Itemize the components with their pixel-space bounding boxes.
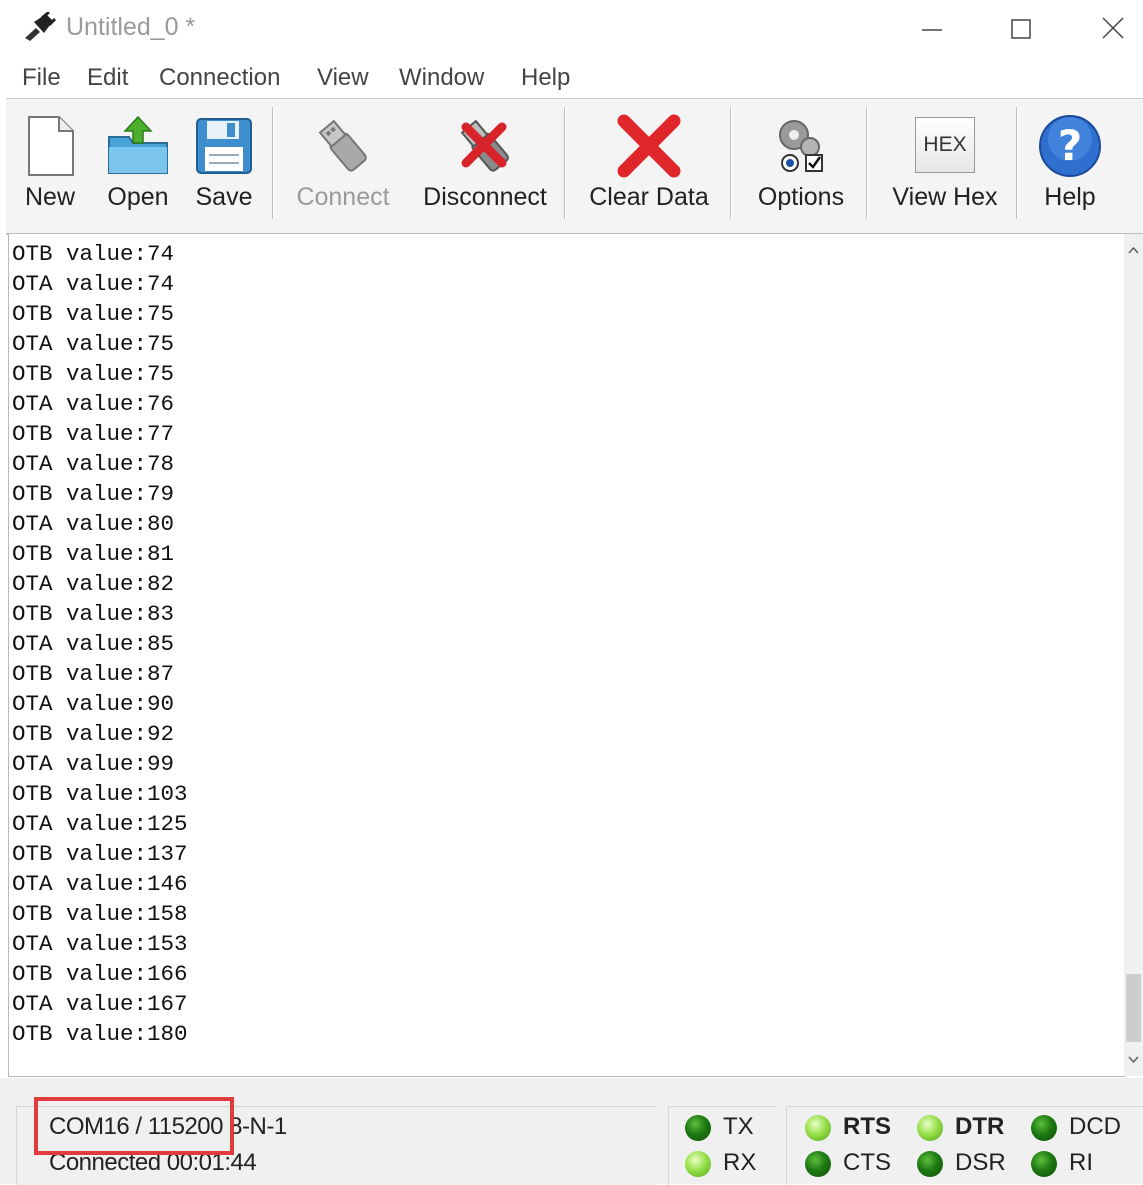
terminal-line: OTB value:137 xyxy=(12,841,188,867)
terminal-line: OTB value:87 xyxy=(12,661,175,687)
dsr-led-icon xyxy=(917,1151,943,1177)
terminal-line: OTB value:158 xyxy=(12,901,188,927)
rts-led-icon xyxy=(805,1115,831,1141)
terminal-line: OTB value:166 xyxy=(12,961,188,987)
highlight-box xyxy=(34,1097,234,1155)
dtr-label[interactable]: DTR xyxy=(955,1113,1004,1141)
terminal-line: OTB value:79 xyxy=(12,481,175,507)
options-gear-icon xyxy=(779,120,823,172)
close-icon[interactable] xyxy=(1088,8,1138,48)
view-hex-label: View Hex xyxy=(892,183,998,211)
open-folder-icon xyxy=(108,115,168,174)
tx-label: TX xyxy=(723,1113,754,1140)
terminal-lines: OTB value:74 OTA value:74 OTB value:75 OTA … xyxy=(12,239,188,1049)
disconnect-icon xyxy=(460,119,509,172)
open-button[interactable]: Open xyxy=(96,99,180,231)
rts-label[interactable]: RTS xyxy=(843,1113,891,1141)
new-label: New xyxy=(24,183,75,211)
maximize-icon[interactable] xyxy=(996,8,1046,48)
terminal-line: OTB value:103 xyxy=(12,781,188,807)
terminal-line: OTB value:83 xyxy=(12,601,175,627)
dcd-led-icon xyxy=(1031,1115,1057,1141)
terminal-line: OTA value:90 xyxy=(12,691,175,717)
terminal-line: OTA value:125 xyxy=(12,811,188,837)
clear-x-icon xyxy=(617,114,681,178)
terminal-line: OTB value:77 xyxy=(12,421,175,447)
terminal-line: OTA value:167 xyxy=(12,991,188,1017)
dsr-label: DSR xyxy=(955,1149,1006,1176)
terminal-line: OTA value:82 xyxy=(12,571,175,597)
toolbar: New Open Save Connect Disconnect Clear D… xyxy=(6,98,1143,235)
title-bar: Untitled_0 * xyxy=(0,0,1143,56)
terminal-line: OTA value:153 xyxy=(12,931,188,957)
menu-view[interactable]: View xyxy=(317,64,369,92)
cts-led-icon xyxy=(805,1151,831,1177)
terminal-line: OTB value:81 xyxy=(12,541,175,567)
save-button[interactable]: Save xyxy=(186,99,262,231)
options-label: Options xyxy=(757,183,845,211)
rx-led-icon xyxy=(685,1151,711,1177)
view-hex-button[interactable]: HEX View Hex xyxy=(880,99,1010,231)
terminal-line: OTA value:85 xyxy=(12,631,175,657)
terminal-line: OTB value:74 xyxy=(12,241,175,267)
menu-file[interactable]: File xyxy=(22,64,61,92)
disconnect-button[interactable]: Disconnect xyxy=(410,99,560,231)
ri-led-icon xyxy=(1031,1151,1057,1177)
open-label: Open xyxy=(107,183,169,211)
svg-text:?: ? xyxy=(1058,121,1082,170)
vertical-scrollbar[interactable] xyxy=(1124,234,1143,1076)
toolbar-separator xyxy=(564,107,566,219)
window-title: Untitled_0 * xyxy=(66,13,196,41)
terminal-line: OTA value:146 xyxy=(12,871,188,897)
terminal-line: OTA value:75 xyxy=(12,331,175,357)
minimize-icon[interactable] xyxy=(906,8,956,48)
menu-window[interactable]: Window xyxy=(399,64,484,92)
toolbar-separator xyxy=(272,107,274,219)
dcd-label: DCD xyxy=(1069,1113,1121,1140)
disconnect-label: Disconnect xyxy=(423,183,547,211)
menu-edit[interactable]: Edit xyxy=(87,64,128,92)
menu-help[interactable]: Help xyxy=(521,64,570,92)
toolbar-separator xyxy=(730,107,732,219)
connect-button[interactable]: Connect xyxy=(288,99,398,231)
save-floppy-icon xyxy=(196,118,252,174)
terminal-line: OTA value:99 xyxy=(12,751,175,777)
terminal-line: OTA value:80 xyxy=(12,511,175,537)
new-file-icon xyxy=(28,116,74,176)
signal-led-panel: RTS CTS DTR DSR DCD RI xyxy=(786,1106,1143,1185)
terminal-line: OTA value:76 xyxy=(12,391,175,417)
clear-data-label: Clear Data xyxy=(589,183,709,211)
app-plug-icon xyxy=(25,12,56,41)
clear-data-button[interactable]: Clear Data xyxy=(578,99,720,231)
scroll-down-icon[interactable] xyxy=(1124,1050,1143,1070)
cts-label: CTS xyxy=(843,1149,891,1176)
connect-label: Connect xyxy=(296,183,390,211)
terminal-line: OTB value:180 xyxy=(12,1021,188,1047)
toolbar-separator xyxy=(866,107,868,219)
dtr-led-icon xyxy=(917,1115,943,1141)
txrx-led-panel: TX RX xyxy=(668,1106,777,1185)
ri-label: RI xyxy=(1069,1149,1093,1176)
help-question-icon: ? xyxy=(1039,115,1101,177)
scroll-up-icon[interactable] xyxy=(1124,240,1143,260)
terminal-line: OTB value:75 xyxy=(12,301,175,327)
help-button[interactable]: ? Help xyxy=(1028,99,1112,231)
options-button[interactable]: Options xyxy=(744,99,858,231)
save-label: Save xyxy=(195,183,253,211)
connect-usb-icon xyxy=(318,119,367,172)
terminal-line: OTA value:74 xyxy=(12,271,175,297)
new-button[interactable]: New xyxy=(10,99,90,231)
terminal-output[interactable]: OTB value:74 OTA value:74 OTB value:75 OTA … xyxy=(8,234,1125,1077)
toolbar-separator xyxy=(1016,107,1018,219)
menu-bar: File Edit Connection View Window Help xyxy=(0,58,1143,98)
rx-label: RX xyxy=(723,1149,757,1176)
scrollbar-thumb[interactable] xyxy=(1126,974,1141,1042)
menu-connection[interactable]: Connection xyxy=(159,64,280,92)
tx-led-icon xyxy=(685,1115,711,1141)
hex-icon: HEX xyxy=(915,117,975,173)
terminal-line: OTA value:78 xyxy=(12,451,175,477)
terminal-line: OTB value:75 xyxy=(12,361,175,387)
terminal-line: OTB value:92 xyxy=(12,721,175,747)
help-label: Help xyxy=(1044,183,1096,211)
